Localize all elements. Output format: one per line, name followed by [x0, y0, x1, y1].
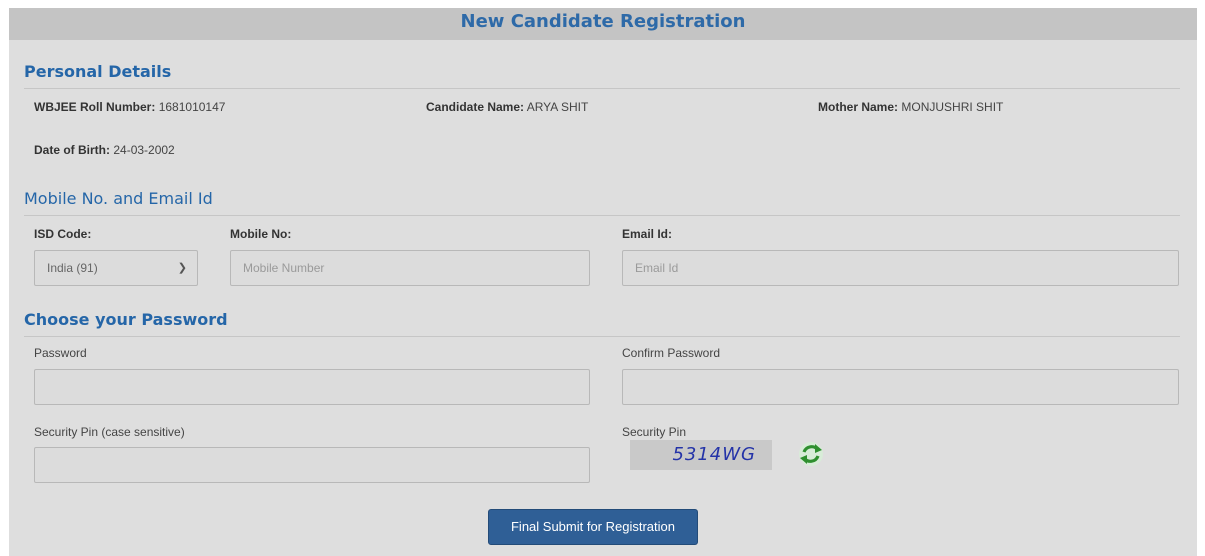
candidate-name-field: Candidate Name: ARYA SHIT: [426, 100, 589, 114]
captcha-image: 5314WG: [630, 440, 772, 470]
divider: [24, 88, 1180, 89]
mobile-number-input[interactable]: [230, 250, 590, 286]
mother-name-field: Mother Name: MONJUSHRI SHIT: [818, 100, 1004, 114]
isd-code-select[interactable]: India (91) ❯: [34, 250, 198, 286]
chevron-down-icon: ❯: [177, 262, 187, 274]
roll-number-label: WBJEE Roll Number: [34, 100, 152, 114]
isd-code-label: ISD Code:: [34, 227, 92, 241]
confirm-password-label: Confirm Password: [622, 346, 721, 360]
security-pin-input-label: Security Pin (case sensitive): [34, 425, 185, 439]
divider: [24, 215, 1180, 216]
section-title-password: Choose your Password: [24, 310, 228, 329]
final-submit-button[interactable]: Final Submit for Registration: [488, 509, 698, 545]
refresh-icon[interactable]: [798, 441, 824, 467]
security-pin-captcha-label: Security Pin: [622, 425, 687, 439]
date-of-birth-value: 24-03-2002: [113, 143, 175, 157]
confirm-password-input[interactable]: [622, 369, 1179, 405]
candidate-name-label: Candidate Name: [426, 100, 521, 114]
mother-name-label: Mother Name: [818, 100, 895, 114]
mobile-label: Mobile No:: [230, 227, 292, 241]
section-title-personal: Personal Details: [24, 62, 172, 81]
mother-name-value: MONJUSHRI SHIT: [901, 100, 1004, 114]
email-input[interactable]: [622, 250, 1179, 286]
section-title-contact: Mobile No. and Email Id: [24, 189, 213, 208]
password-input[interactable]: [34, 369, 590, 405]
date-of-birth-field: Date of Birth: 24-03-2002: [34, 143, 175, 157]
divider: [24, 336, 1180, 337]
roll-number-field: WBJEE Roll Number: 1681010147: [34, 100, 226, 114]
email-label: Email Id:: [622, 227, 673, 241]
date-of-birth-label: Date of Birth: [34, 143, 106, 157]
password-label: Password: [34, 346, 87, 360]
security-pin-input[interactable]: [34, 447, 590, 483]
page-title: New Candidate Registration: [9, 8, 1197, 40]
isd-code-selected: India (91): [47, 261, 98, 275]
candidate-name-value: ARYA SHIT: [526, 100, 589, 114]
roll-number-value: 1681010147: [158, 100, 226, 114]
